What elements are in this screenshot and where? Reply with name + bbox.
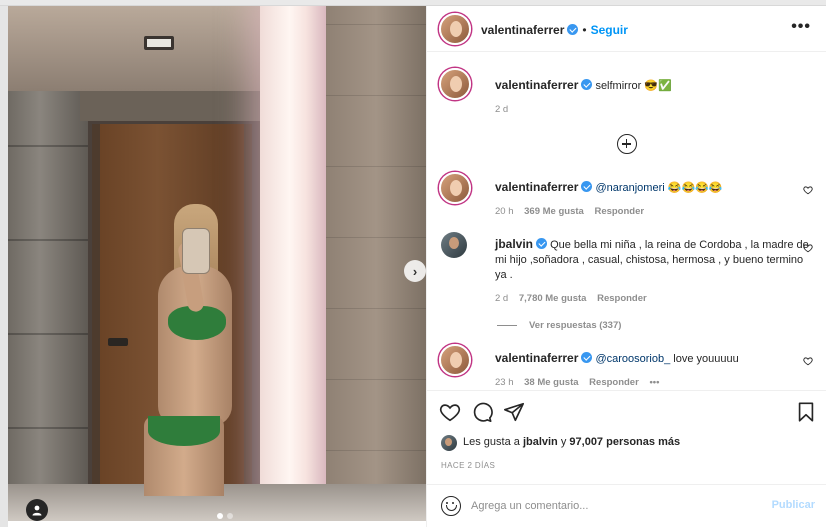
post-details-panel: valentinaferrer • Seguir ••• valentinaferr… — [426, 6, 826, 527]
like-comment-heart-icon[interactable] — [803, 185, 813, 195]
comment-options-button[interactable]: ••• — [649, 377, 659, 388]
comment-text-line: jbalvin Que bella mi niña , la reina de … — [495, 237, 811, 283]
reply-button[interactable]: Responder — [597, 293, 647, 304]
comment-time[interactable]: 23 h — [495, 377, 514, 388]
comment-bubble-icon[interactable] — [471, 401, 493, 423]
post-timestamp[interactable]: HACE 2 DÍAS — [441, 461, 495, 470]
next-slide-button[interactable]: › — [404, 260, 426, 282]
publish-button[interactable]: Publicar — [772, 499, 815, 511]
comment-avatar[interactable] — [439, 172, 471, 204]
user-icon — [32, 505, 42, 516]
caption-text-line: valentinaferrer selfmirror 😎✅ — [495, 78, 672, 94]
photo-door-frame — [80, 91, 270, 121]
comment-meta: 2 d 7,780 Me gusta Responder — [495, 293, 655, 304]
comment-text: 😂😂😂😂 — [664, 182, 723, 194]
comment-text: love youuuuu — [670, 353, 739, 365]
more-options-button[interactable]: ••• — [791, 18, 811, 36]
photo-phone — [182, 228, 210, 274]
author-username[interactable]: valentinaferrer — [481, 23, 564, 37]
verified-badge-icon — [567, 24, 579, 35]
like-heart-icon[interactable] — [439, 401, 461, 423]
chevron-right-icon: › — [412, 263, 418, 279]
photo-stone-wall — [8, 91, 88, 521]
view-replies-button[interactable]: Ver respuestas (337) — [497, 320, 621, 331]
add-comment-bar: Publicar — [427, 484, 826, 527]
comment-likes[interactable]: 369 Me gusta — [524, 206, 584, 217]
comment-likes[interactable]: 38 Me gusta — [524, 377, 578, 388]
save-bookmark-icon[interactable] — [795, 401, 817, 423]
comment-likes[interactable]: 7,780 Me gusta — [519, 293, 587, 304]
view-replies-label: Ver respuestas (337) — [529, 320, 622, 331]
follow-button[interactable]: Seguir — [591, 23, 628, 37]
like-comment-heart-icon[interactable] — [803, 243, 813, 253]
comment-mention[interactable]: @naranjomeri — [595, 182, 664, 194]
comments-list: valentinaferrer selfmirror 😎✅ 2 d valent… — [427, 52, 826, 390]
post-header: valentinaferrer • Seguir ••• — [427, 6, 826, 52]
caption-time[interactable]: 2 d — [495, 104, 508, 115]
comment-input[interactable] — [471, 497, 751, 515]
photo-door-handle — [108, 338, 128, 346]
post-actions-bar — [427, 390, 826, 430]
comment-username[interactable]: valentinaferrer — [495, 351, 578, 365]
load-more-comments-icon[interactable] — [617, 134, 637, 154]
like-comment-heart-icon[interactable] — [803, 356, 813, 366]
comment-time[interactable]: 2 d — [495, 293, 508, 304]
carousel-dots — [217, 513, 233, 519]
verified-badge-icon — [581, 352, 593, 363]
verified-badge-icon — [581, 181, 593, 192]
comment-avatar[interactable] — [441, 232, 467, 258]
instagram-post-window: › valentinaferrer • Seguir ••• valentina… — [0, 0, 826, 527]
comment-avatar[interactable] — [439, 344, 471, 376]
tagged-user-button[interactable] — [26, 499, 48, 521]
caption-avatar[interactable] — [439, 68, 471, 100]
comment-meta: 23 h 38 Me gusta Responder ••• — [495, 377, 667, 388]
comment-username[interactable]: valentinaferrer — [495, 180, 578, 194]
comment-text-line: valentinaferrer @naranjomeri 😂😂😂😂 — [495, 180, 723, 196]
liker-avatar[interactable] — [441, 435, 457, 451]
window-left-edge — [0, 6, 8, 527]
emoji-smiley-icon[interactable] — [441, 496, 461, 516]
reply-button[interactable]: Responder — [594, 206, 644, 217]
caption-text: selfmirror 😎✅ — [595, 80, 672, 92]
more-icon: ••• — [791, 18, 811, 35]
comment-time[interactable]: 20 h — [495, 206, 514, 217]
photo-bikini-bottom — [148, 416, 220, 446]
reply-button[interactable]: Responder — [589, 377, 639, 388]
photo-mirror-light — [260, 6, 326, 501]
liker-username[interactable]: jbalvin — [523, 436, 558, 448]
likes-middle: y — [557, 436, 570, 448]
author-avatar[interactable] — [439, 13, 471, 45]
caption-meta: 2 d — [495, 104, 516, 115]
comment-username[interactable]: jbalvin — [495, 237, 533, 251]
post-photo[interactable]: › — [8, 6, 426, 521]
replies-divider — [497, 324, 517, 326]
likes-prefix: Les gusta a — [463, 436, 523, 448]
likes-count[interactable]: 97,007 personas más — [569, 436, 680, 448]
caption-username[interactable]: valentinaferrer — [495, 78, 578, 92]
comment-mention[interactable]: @caroosoriob_ — [595, 353, 670, 365]
header-user-line: valentinaferrer • Seguir — [481, 21, 628, 39]
separator-dot: • — [582, 23, 587, 37]
carousel-dot — [227, 513, 233, 519]
verified-badge-icon — [581, 79, 593, 90]
comment-meta: 20 h 369 Me gusta Responder — [495, 206, 652, 217]
comment-text-line: valentinaferrer @caroosoriob_ love youuu… — [495, 351, 739, 367]
photo-ceiling-light — [144, 36, 174, 50]
carousel-dot-active — [217, 513, 223, 519]
verified-badge-icon — [536, 238, 548, 249]
likes-text: Les gusta a jbalvin y 97,007 personas má… — [463, 436, 680, 448]
share-paper-plane-icon[interactable] — [503, 401, 525, 423]
